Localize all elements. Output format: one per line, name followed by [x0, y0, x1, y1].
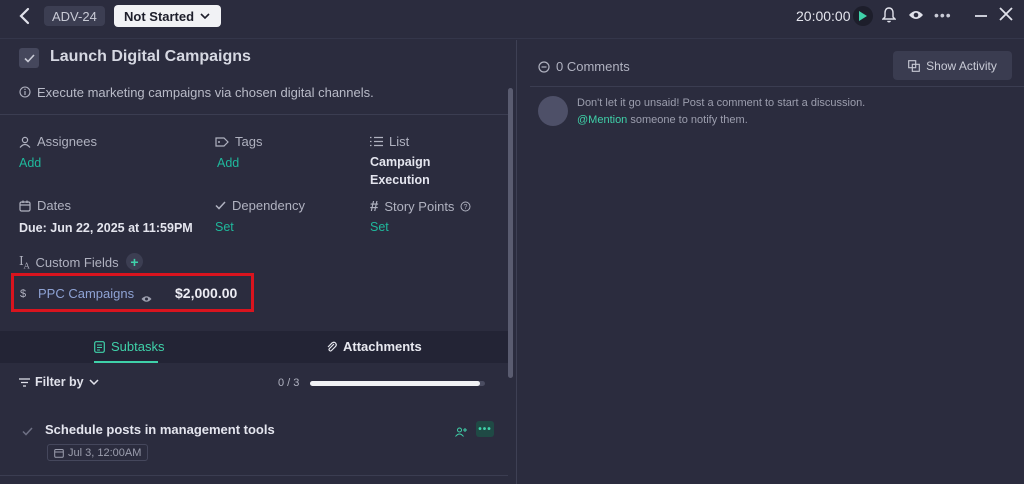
status-label: Not Started — [124, 8, 195, 24]
tabs-bar — [0, 331, 508, 363]
show-activity-button[interactable]: Show Activity — [893, 51, 1012, 80]
checkmark-icon — [215, 201, 226, 210]
avatar — [538, 96, 568, 126]
task-complete-checkbox[interactable] — [19, 48, 39, 68]
text-format-icon: IA — [19, 254, 30, 271]
top-bar: ADV-24 Not Started 20:00:00 ••• — [0, 0, 1024, 32]
custom-field-name[interactable]: PPC Campaigns — [38, 286, 134, 301]
subtask-name[interactable]: Schedule posts in management tools — [45, 422, 275, 437]
story-points-set[interactable]: Set — [370, 220, 389, 234]
assignees-add[interactable]: Add — [19, 156, 41, 170]
list-value[interactable]: Campaign Execution — [370, 153, 430, 189]
user-icon — [19, 136, 31, 148]
story-points-label: # Story Points ? — [370, 198, 471, 215]
watch-eye-icon[interactable] — [908, 8, 924, 26]
tags-label-text: Tags — [235, 134, 263, 149]
calendar-icon — [19, 200, 31, 212]
subtasks-icon — [94, 340, 105, 353]
task-description[interactable]: Execute marketing campaigns via chosen d… — [37, 85, 374, 100]
back-chevron-icon[interactable] — [14, 6, 34, 26]
minimize-icon[interactable] — [975, 15, 987, 17]
subtask-progress-bar — [310, 381, 485, 386]
story-points-label-text: Story Points — [384, 199, 455, 214]
check-icon — [23, 53, 35, 63]
comment-prompt-line2: @Mention someone to notify them. — [577, 114, 748, 126]
eye-icon[interactable] — [141, 290, 152, 308]
show-activity-label: Show Activity — [926, 58, 997, 73]
assign-user-icon[interactable] — [455, 424, 467, 442]
filter-by-dropdown[interactable]: Filter by — [19, 375, 99, 389]
bell-icon[interactable] — [881, 7, 897, 28]
comment-icon — [538, 60, 550, 73]
comments-count: 0 Comments — [556, 59, 630, 74]
tags-add[interactable]: Add — [217, 156, 239, 170]
info-icon — [19, 85, 31, 103]
custom-fields-label: IA Custom Fields — [19, 254, 119, 270]
panel-divider — [516, 40, 517, 484]
filter-icon — [19, 377, 30, 387]
comment-prompt-line1: Don't let it go unsaid! Post a comment t… — [577, 97, 866, 109]
chevron-down-icon — [200, 13, 210, 19]
chevron-down-icon — [89, 379, 99, 385]
task-id-badge[interactable]: ADV-24 — [44, 6, 105, 26]
custom-fields-label-text: Custom Fields — [35, 254, 119, 270]
timer-display: 20:00:00 — [796, 8, 851, 24]
play-icon — [859, 11, 867, 21]
filter-by-label: Filter by — [35, 375, 84, 389]
comments-header: 0 Comments — [538, 59, 630, 74]
paperclip-icon — [327, 341, 337, 352]
task-detail-panel: Launch Digital Campaigns Execute marketi… — [0, 39, 516, 484]
dates-label-text: Dates — [37, 198, 71, 213]
tab-active-underline — [94, 361, 158, 363]
comments-divider — [530, 86, 1024, 87]
tab-subtasks[interactable]: Subtasks — [94, 339, 164, 354]
dependency-label-text: Dependency — [232, 198, 305, 213]
currency-icon: $ — [20, 288, 27, 300]
close-icon[interactable] — [999, 7, 1013, 26]
comment-prompt-rest: someone to notify them. — [627, 114, 748, 126]
custom-field-value[interactable]: $2,000.00 — [175, 285, 237, 301]
list-label-text: List — [389, 134, 410, 149]
subtask-date: Jul 3, 12:00AM — [68, 446, 142, 459]
play-timer-button[interactable] — [853, 6, 873, 26]
assignees-label: Assignees — [19, 134, 97, 149]
list-icon — [370, 136, 383, 147]
svg-text:?: ? — [464, 204, 468, 211]
more-options-icon[interactable]: ••• — [934, 7, 952, 23]
activity-icon — [908, 59, 920, 72]
subtask-date-badge[interactable]: Jul 3, 12:00AM — [47, 444, 149, 461]
tab-attachments-label: Attachments — [343, 339, 422, 354]
tab-subtasks-label: Subtasks — [111, 339, 165, 354]
status-dropdown[interactable]: Not Started — [114, 5, 221, 27]
row-divider — [0, 475, 508, 476]
list-value-line1: Campaign — [370, 155, 431, 169]
help-icon[interactable]: ? — [460, 201, 471, 212]
add-custom-field-button[interactable]: + — [126, 253, 143, 270]
section-divider — [0, 114, 508, 115]
dependency-set[interactable]: Set — [215, 220, 234, 234]
subtask-progress-text: 0 / 3 — [278, 377, 300, 389]
mention-link[interactable]: @Mention — [577, 114, 627, 126]
dates-label: Dates — [19, 198, 71, 213]
assignees-label-text: Assignees — [37, 134, 97, 149]
task-title[interactable]: Launch Digital Campaigns — [50, 48, 251, 66]
tags-label: Tags — [215, 134, 262, 149]
subtask-checkbox[interactable] — [22, 423, 33, 441]
due-date-value[interactable]: Due: Jun 22, 2025 at 11:59PM — [19, 219, 193, 237]
subtask-more-button[interactable]: ••• — [476, 421, 494, 437]
hash-icon: # — [370, 198, 379, 215]
list-label: List — [370, 134, 409, 149]
progress-fill — [310, 381, 480, 386]
list-value-line2: Execution — [370, 173, 430, 187]
tag-icon — [215, 136, 229, 147]
calendar-icon — [54, 448, 64, 458]
tab-attachments[interactable]: Attachments — [326, 339, 422, 354]
scrollbar-thumb[interactable] — [508, 88, 513, 378]
dependency-label: Dependency — [215, 198, 305, 213]
